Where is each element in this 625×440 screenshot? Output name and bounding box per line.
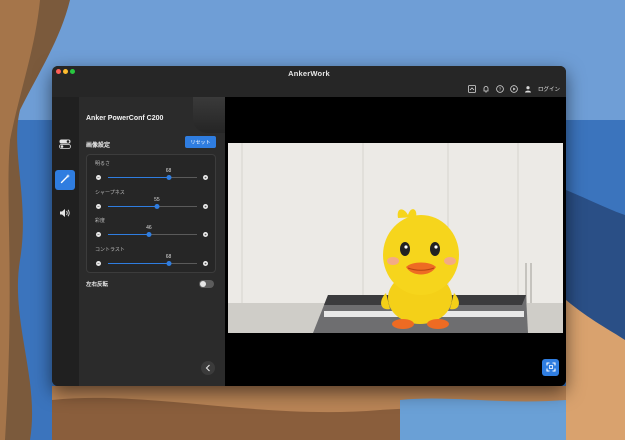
collapse-panel-button[interactable] xyxy=(201,361,215,375)
brightness-slider-group: 明るさ 68 − + xyxy=(87,160,215,186)
camera-preview xyxy=(225,97,566,386)
video-feed xyxy=(228,143,563,333)
title-bar: AnkerWork ? ログイン xyxy=(52,66,566,97)
slider-fill xyxy=(108,263,169,264)
slider-label: コントラスト xyxy=(95,247,125,253)
slider-label: シャープネス xyxy=(95,190,125,196)
image-settings-title: 画像設定 xyxy=(86,143,111,149)
nav-rail xyxy=(52,97,79,386)
magic-wand-icon xyxy=(60,171,71,189)
app-title: AnkerWork xyxy=(288,69,330,78)
nav-item-image-settings[interactable] xyxy=(55,170,75,190)
slider-value: 46 xyxy=(146,225,152,231)
slider-fill xyxy=(108,177,169,178)
sliders-box: 明るさ 68 − + シャープネス 55 − + 彩度 46 − + コントラス… xyxy=(86,154,216,273)
camera-thumbnail xyxy=(193,97,225,133)
firmware-icon[interactable] xyxy=(468,85,476,93)
settings-panel: Anker PowerConf C200 画像設定 リセット 明るさ 68 − … xyxy=(79,97,225,386)
fullscreen-icon xyxy=(545,359,556,377)
device-name: Anker PowerConf C200 xyxy=(86,115,164,122)
saturation-increase-button[interactable]: + xyxy=(203,232,208,237)
contrast-increase-button[interactable]: + xyxy=(203,261,208,266)
sharpness-slider-group: シャープネス 55 − + xyxy=(87,189,215,215)
fullscreen-button[interactable] xyxy=(542,359,559,376)
nav-item-controls[interactable] xyxy=(55,135,75,155)
play-icon[interactable] xyxy=(510,85,518,93)
sharpness-decrease-button[interactable]: − xyxy=(96,204,101,209)
slider-label: 明るさ xyxy=(95,161,111,167)
help-icon[interactable]: ? xyxy=(496,85,504,93)
brightness-decrease-button[interactable]: − xyxy=(96,175,101,180)
bell-icon[interactable] xyxy=(482,85,490,93)
sharpness-increase-button[interactable]: + xyxy=(203,204,208,209)
camera-image xyxy=(228,143,563,333)
user-icon[interactable] xyxy=(524,85,532,93)
toggle-knob xyxy=(200,281,206,287)
reset-button[interactable]: リセット xyxy=(185,136,216,148)
app-window: AnkerWork ? ログイン Anker PowerConf C200 画像… xyxy=(52,66,566,386)
slider-label: 彩度 xyxy=(95,218,106,224)
speaker-icon xyxy=(59,205,71,223)
slider-fill xyxy=(108,234,149,235)
contrast-slider-thumb[interactable] xyxy=(166,261,172,266)
nav-item-audio[interactable] xyxy=(55,204,75,224)
saturation-decrease-button[interactable]: − xyxy=(96,232,101,237)
saturation-slider-group: 彩度 46 − + xyxy=(87,217,215,243)
chevron-left-icon xyxy=(205,359,211,377)
toggles-icon xyxy=(59,136,71,154)
mirror-flip-toggle[interactable] xyxy=(199,280,214,288)
mirror-flip-label: 左右反転 xyxy=(86,282,109,288)
slider-value: 68 xyxy=(165,254,172,260)
brightness-increase-button[interactable]: + xyxy=(203,175,208,180)
login-link[interactable]: ログイン xyxy=(538,85,560,93)
contrast-decrease-button[interactable]: − xyxy=(96,261,101,266)
brightness-slider-thumb[interactable] xyxy=(166,175,172,180)
slider-value: 68 xyxy=(165,168,172,174)
contrast-slider-group: コントラスト 68 − + xyxy=(87,246,215,272)
slider-value: 55 xyxy=(154,197,160,203)
slider-fill xyxy=(108,206,157,207)
svg-text:?: ? xyxy=(499,87,502,92)
saturation-slider-thumb[interactable] xyxy=(146,232,152,237)
sharpness-slider-thumb[interactable] xyxy=(154,204,160,209)
